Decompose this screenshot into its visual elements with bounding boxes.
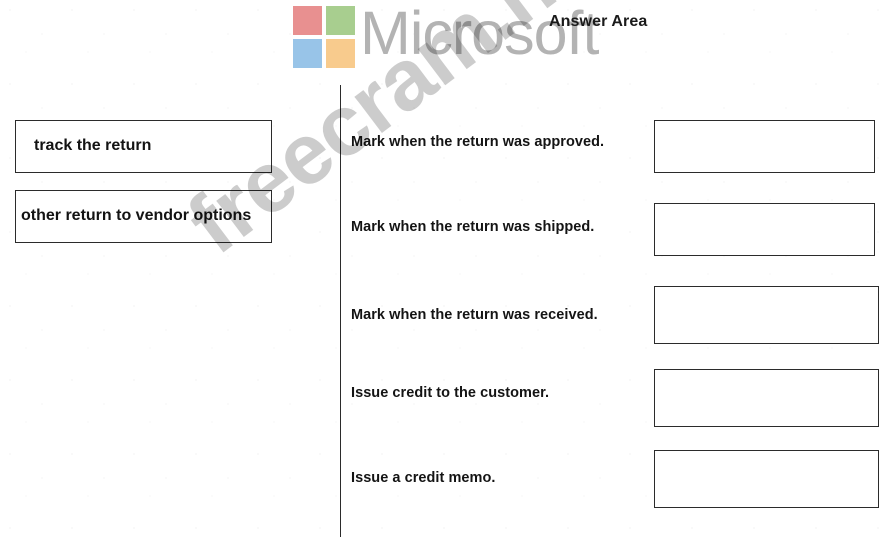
answer-drop-box[interactable] xyxy=(654,450,879,508)
answer-drop-box[interactable] xyxy=(654,120,875,173)
answer-drop-box[interactable] xyxy=(654,369,879,427)
logo-square-top-left xyxy=(293,6,322,35)
question-page: Microsoft Answer Area track the return o… xyxy=(0,0,879,537)
microsoft-logo xyxy=(293,6,355,68)
vertical-divider xyxy=(340,85,341,537)
answer-row-label: Mark when the return was approved. xyxy=(351,134,605,150)
answer-row-label: Issue credit to the customer. xyxy=(351,385,550,401)
answer-drop-box[interactable] xyxy=(654,203,875,256)
option-box[interactable]: other return to vendor options xyxy=(15,190,272,243)
option-label: track the return xyxy=(34,137,152,155)
answer-row-label: Mark when the return was shipped. xyxy=(351,219,595,235)
answer-drop-box[interactable] xyxy=(654,286,879,344)
logo-square-bottom-right xyxy=(326,39,355,68)
option-box[interactable]: track the return xyxy=(15,120,272,173)
logo-square-bottom-left xyxy=(293,39,322,68)
answer-row-label: Issue a credit memo. xyxy=(351,470,496,486)
answer-row-label: Mark when the return was received. xyxy=(351,307,598,323)
logo-square-top-right xyxy=(326,6,355,35)
option-label: other return to vendor options xyxy=(21,207,252,225)
answer-area-title: Answer Area xyxy=(549,13,648,30)
